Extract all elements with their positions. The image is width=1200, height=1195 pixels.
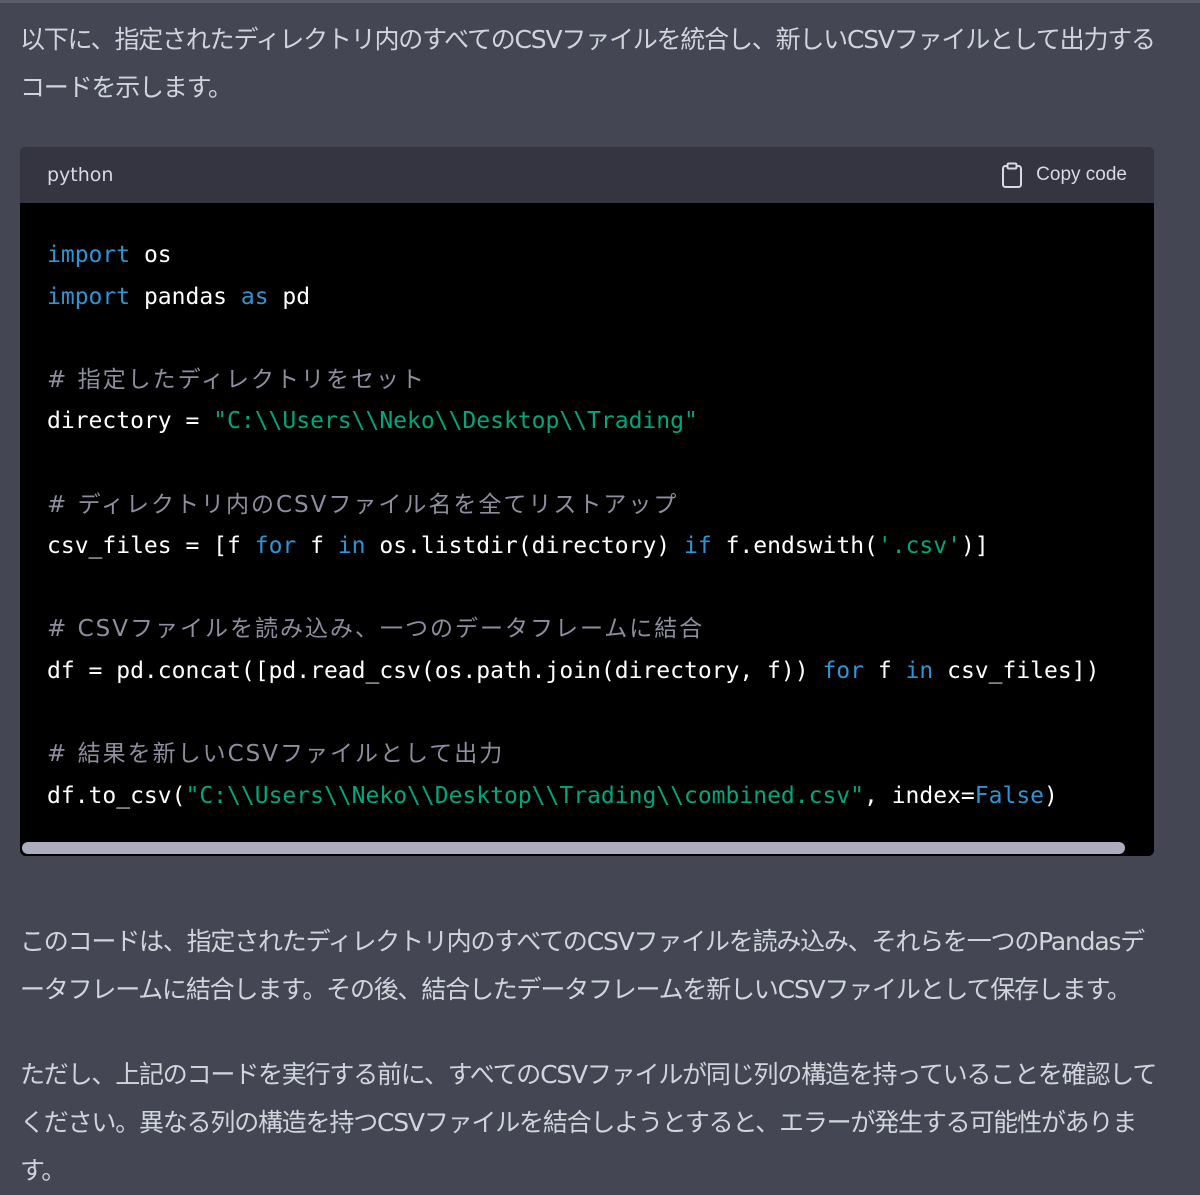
- code-language-label: python: [47, 164, 114, 186]
- explanation-text: このコードは、指定されたディレクトリ内のすべてのCSVファイルを読み込み、それら…: [20, 927, 1145, 1004]
- code-body[interactable]: import os import pandas as pd # 指定したディレクトリ…: [20, 203, 1154, 856]
- note-text: ただし、上記のコードを実行する前に、すべてのCSVファイルが同じ列の構造を持って…: [20, 1060, 1157, 1185]
- code-line-5: directory = "C:\\Users\\Neko\\Desktop\\T…: [47, 408, 698, 435]
- copy-code-label: Copy code: [1036, 164, 1127, 185]
- code-line-14: df.to_csv("C:\\Users\\Neko\\Desktop\\Tra…: [47, 782, 1058, 809]
- code-line-11: df = pd.concat([pd.read_csv(os.path.join…: [47, 657, 1100, 684]
- top-divider: [0, 0, 1200, 3]
- code-line-4: # 指定したディレクトリをセット: [47, 366, 426, 393]
- horizontal-scrollbar[interactable]: [20, 840, 1154, 856]
- code-line-8: csv_files = [f for f in os.listdir(direc…: [47, 533, 989, 560]
- copy-code-button[interactable]: Copy code: [1000, 162, 1127, 188]
- scrollbar-thumb[interactable]: [22, 842, 1125, 854]
- code-line-7: # ディレクトリ内のCSVファイル名を全てリストアップ: [47, 491, 679, 518]
- code-line-1: import os: [47, 242, 172, 268]
- code-line-10: # CSVファイルを読み込み、一つのデータフレームに結合: [47, 616, 705, 643]
- code-header: python Copy code: [20, 147, 1154, 203]
- code-block: python Copy code import os import pandas …: [20, 147, 1154, 856]
- code-line-2: import pandas as pd: [47, 283, 311, 310]
- code-line-13: # 結果を新しいCSVファイルとして出力: [47, 741, 505, 768]
- intro-text: 以下に、指定されたディレクトリ内のすべてのCSVファイルを統合し、新しいCSVフ…: [20, 25, 1156, 102]
- clipboard-icon: [1000, 162, 1024, 188]
